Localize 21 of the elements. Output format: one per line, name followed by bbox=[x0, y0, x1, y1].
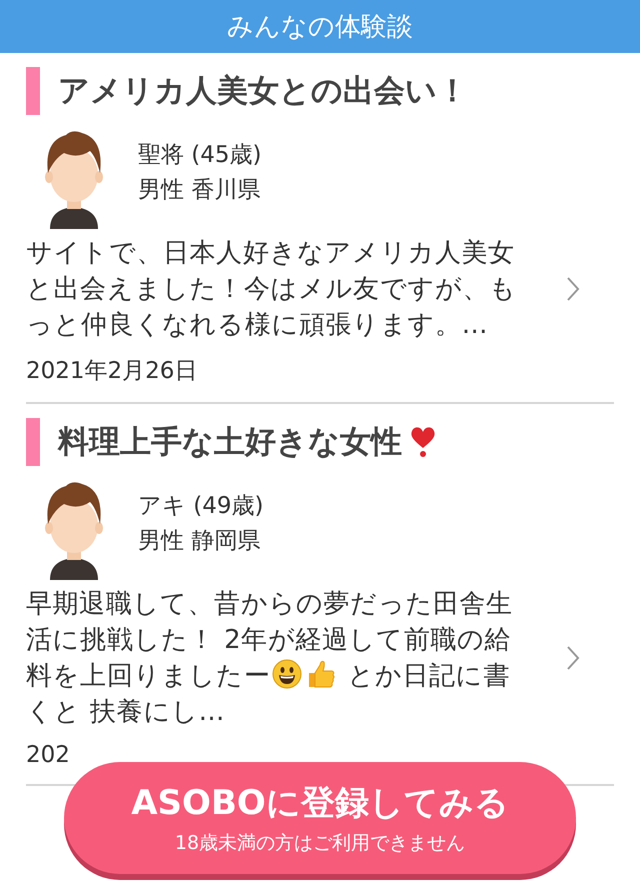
user-profile: 男性 香川県 bbox=[138, 176, 262, 205]
register-button[interactable]: ASOBOに登録してみる 18歳未満の方はご利用できません bbox=[64, 762, 576, 874]
thumbs-up-icon bbox=[306, 659, 336, 689]
smiley-icon bbox=[272, 659, 302, 689]
title-marker bbox=[26, 67, 40, 115]
user-profile: 男性 静岡県 bbox=[138, 527, 262, 556]
story-title: アメリカ人美女との出会い！ bbox=[58, 72, 468, 111]
user-name: アキ (49歳) bbox=[138, 492, 264, 521]
register-label: ASOBOに登録してみる bbox=[131, 782, 509, 825]
page-title: みんなの体験談 bbox=[227, 11, 413, 44]
chevron-right-icon[interactable] bbox=[566, 645, 580, 671]
age-notice: 18歳未満の方はご利用できません bbox=[174, 831, 466, 856]
story-excerpt: サイトで、日本人好きなアメリカ人美女と出会えました！今はメル友ですが、もっと仲良くなれる様に頑張ります。… bbox=[26, 237, 518, 342]
chevron-right-icon[interactable] bbox=[566, 276, 580, 302]
story-excerpt: 早期退職して、昔からの夢だった田舎生活に挑戦した！ 2年が経過して前職の給料を上回りましたー とか日記に書くと 扶養にし… bbox=[26, 588, 514, 729]
title-marker bbox=[26, 418, 40, 466]
avatar-icon bbox=[42, 129, 106, 229]
story-title: 料理上手な土好きな女性 bbox=[58, 423, 402, 462]
user-name: 聖将 (45歳) bbox=[138, 141, 262, 170]
post-date: 2021年2月26日 bbox=[26, 358, 198, 384]
avatar-icon bbox=[42, 480, 106, 580]
